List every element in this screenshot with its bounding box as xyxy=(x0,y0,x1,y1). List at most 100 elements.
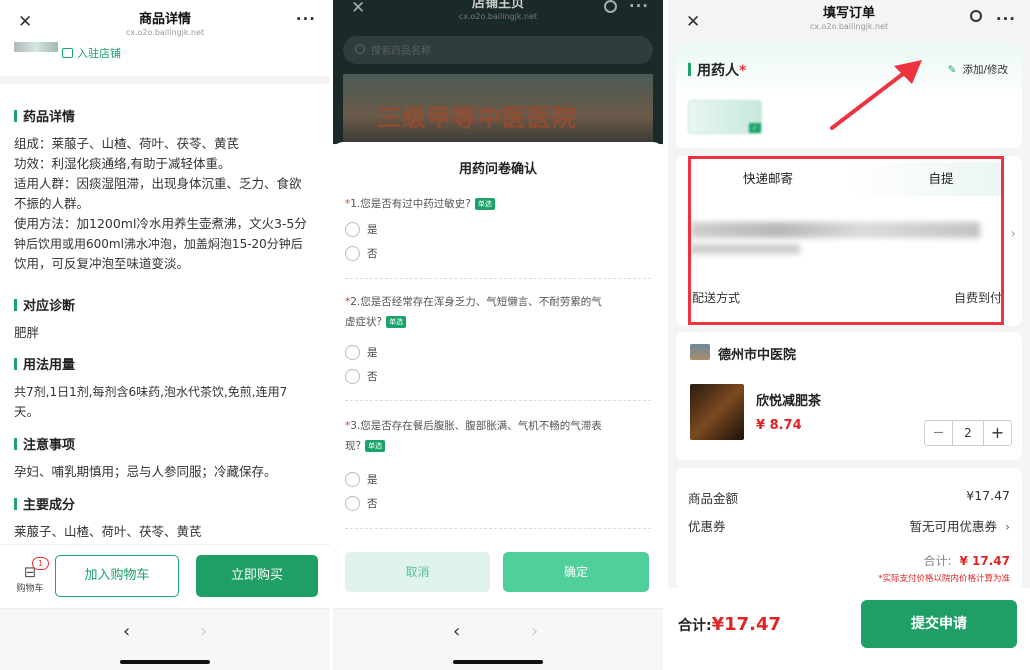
product-price: ¥ 8.74 xyxy=(756,418,802,433)
radio-icon xyxy=(345,222,360,237)
text-line: 适用人群：因痰湿阻滞，出现身体沉重、乏力、食欲 xyxy=(14,176,302,191)
text-line: 使用方法：加1200ml冷水用养生壶煮沸，文火3-5分 xyxy=(14,216,307,231)
questionnaire-modal: 用药问卷确认 *1.您是否有过中药过敏史? 单选 是 否 *2.您是否经常存在浑身… xyxy=(333,142,663,608)
single-choice-tag: 单选 xyxy=(474,198,495,210)
store-banner: 三级甲等中医医院 xyxy=(343,74,653,144)
hospital-icon xyxy=(690,344,710,360)
modal-title: 用药问卷确认 xyxy=(458,162,537,177)
search-input-icon xyxy=(355,44,365,54)
divider xyxy=(345,278,651,279)
order-form-screen: ✕ 填写订单 cx.o2o.bailingjk.net ··· 用药人* ✎ 添加… xyxy=(668,0,1030,670)
enter-store-label: 入驻店铺 xyxy=(77,47,121,60)
question-text: 2.您是否经常存在浑身乏力、气短懒言、不耐劳累的气 xyxy=(350,296,602,308)
subtotal-label: 合计: xyxy=(923,554,952,568)
page-url: cx.o2o.bailingjk.net xyxy=(809,22,889,31)
total-label: 合计: xyxy=(678,618,712,634)
buy-now-button[interactable]: 立即购买 xyxy=(196,555,318,597)
section-title-drug-detail: 药品详情 xyxy=(14,106,75,125)
question-text: 3.您是否存在餐后腹胀、腹部胀满、气机不畅的气滞表 xyxy=(350,420,602,432)
top-bar: ✕ 填写订单 cx.o2o.bailingjk.net ··· xyxy=(668,0,1030,44)
more-icon[interactable]: ··· xyxy=(296,10,316,28)
home-indicator xyxy=(120,660,210,664)
store-thumbnail xyxy=(14,42,58,52)
question-text: 虚症状? xyxy=(345,316,383,328)
text-line: 功效：利湿化痰通络,有助于减轻体重。 xyxy=(14,156,231,171)
page-url: cx.o2o.bailingjk.net xyxy=(458,12,538,21)
option-no[interactable]: 否 xyxy=(345,369,378,385)
option-no[interactable]: 否 xyxy=(345,496,378,512)
single-choice-tag: 单选 xyxy=(365,440,386,452)
cart-button[interactable]: ⊟ 1 购物车 xyxy=(10,557,50,597)
back-icon[interactable]: ‹ xyxy=(123,621,130,642)
notes-text: 孕妇、哺乳期慎用；忌与人参同服；冷藏保存。 xyxy=(14,464,277,479)
more-icon[interactable]: ··· xyxy=(629,0,649,15)
search-placeholder: 搜索药品名称 xyxy=(371,46,431,57)
question-text: 现? xyxy=(345,440,362,452)
section-title-ingredients: 主要成分 xyxy=(14,494,75,513)
minus-button[interactable]: — xyxy=(925,421,953,445)
close-icon[interactable]: ✕ xyxy=(351,0,365,18)
total-row: 合计:¥17.47 xyxy=(678,614,781,635)
divider xyxy=(345,400,651,401)
quantity-stepper: — 2 + xyxy=(924,420,1012,446)
total-value: ¥17.47 xyxy=(711,614,782,635)
chevron-right-icon: › xyxy=(1005,519,1010,534)
option-yes[interactable]: 是 xyxy=(345,345,378,361)
forward-icon[interactable]: › xyxy=(200,621,207,642)
plus-button[interactable]: + xyxy=(983,421,1011,445)
confirm-button[interactable]: 确定 xyxy=(503,552,649,592)
divider xyxy=(345,528,651,529)
store-home-screen: ✕ 店铺主页 cx.o2o.bailingjk.net ··· 搜索药品名称 三… xyxy=(333,0,663,670)
page-title: 商品详情 xyxy=(138,12,191,27)
option-label: 否 xyxy=(367,248,378,260)
submit-button[interactable]: 提交申请 xyxy=(861,600,1017,648)
product-detail-screen: ✕ 商品详情 cx.o2o.bailingjk.net ··· 入驻店铺 药品详… xyxy=(0,0,330,670)
option-yes[interactable]: 是 xyxy=(345,472,378,488)
question-3: *3.您是否存在餐后腹胀、腹部胀满、气机不畅的气滞表 现? 单选 xyxy=(345,416,651,456)
radio-icon xyxy=(345,246,360,261)
cancel-button[interactable]: 取消 xyxy=(345,552,490,592)
panel-divider xyxy=(663,0,668,670)
ingredients-text: 莱菔子、山楂、荷叶、茯苓、黄芪 xyxy=(14,524,202,539)
quantity-value[interactable]: 2 xyxy=(953,421,983,445)
annotation-box xyxy=(688,156,1004,325)
text-line: 共7剂,1日1剂,每剂含6味药,泡水代茶饮,免煎,连用7 xyxy=(14,385,288,399)
browser-nav: ‹ › xyxy=(333,608,663,670)
home-indicator xyxy=(453,660,543,664)
top-bar: ✕ 店铺主页 cx.o2o.bailingjk.net ··· xyxy=(333,0,663,26)
close-icon[interactable]: ✕ xyxy=(18,12,32,32)
product-card: 德州市中医院 欣悦减肥茶 ¥ 8.74 — 2 + xyxy=(676,332,1022,460)
bottom-action-bar: ⊟ 1 购物车 加入购物车 立即购买 xyxy=(0,544,330,608)
drug-detail-text: 组成：莱菔子、山楂、荷叶、茯苓、黄芪 功效：利湿化痰通络,有助于减轻体重。 适用… xyxy=(14,134,320,274)
option-yes[interactable]: 是 xyxy=(345,222,378,238)
search-icon[interactable] xyxy=(970,10,982,22)
price-summary-card: 商品金额 ¥17.47 优惠券 暂无可用优惠券 › 合计: ¥ 17.47 *实际支… xyxy=(676,468,1022,590)
question-1: *1.您是否有过中药过敏史? 单选 xyxy=(345,194,651,214)
section-title-notes: 注意事项 xyxy=(14,434,75,453)
hospital-name: 德州市中医院 xyxy=(718,348,797,363)
product-name: 欣悦减肥茶 xyxy=(756,394,822,409)
search-bar[interactable]: 搜索药品名称 xyxy=(343,36,653,64)
back-icon[interactable]: ‹ xyxy=(453,621,460,642)
single-choice-tag: 单选 xyxy=(386,316,407,328)
question-text: 1.您是否有过中药过敏史? xyxy=(350,198,471,210)
goods-amount-label: 商品金额 xyxy=(688,491,739,506)
enter-store-link[interactable]: 入驻店铺 xyxy=(62,45,121,61)
dosage-text: 共7剂,1日1剂,每剂含6味药,泡水代茶饮,免煎,连用7 天。 xyxy=(14,382,320,422)
option-label: 是 xyxy=(367,347,378,359)
close-icon[interactable]: ✕ xyxy=(686,12,700,32)
search-icon[interactable] xyxy=(604,0,617,13)
coupon-label: 优惠券 xyxy=(688,519,726,534)
coupon-selector[interactable]: 暂无可用优惠券 › xyxy=(909,516,1010,535)
bottom-submit-bar: 合计:¥17.47 提交申请 xyxy=(668,588,1030,670)
coupon-value: 暂无可用优惠券 xyxy=(909,519,997,534)
more-icon[interactable]: ··· xyxy=(996,10,1016,28)
add-to-cart-button[interactable]: 加入购物车 xyxy=(55,555,179,597)
forward-icon[interactable]: › xyxy=(531,621,538,642)
product-thumbnail xyxy=(690,384,744,440)
option-no[interactable]: 否 xyxy=(345,246,378,262)
section-title-dosage: 用法用量 xyxy=(14,354,75,373)
text-line: 天。 xyxy=(14,404,40,419)
subtotal-value: ¥ 17.47 xyxy=(959,554,1010,568)
subtotal-row: 合计: ¥ 17.47 xyxy=(923,552,1010,569)
